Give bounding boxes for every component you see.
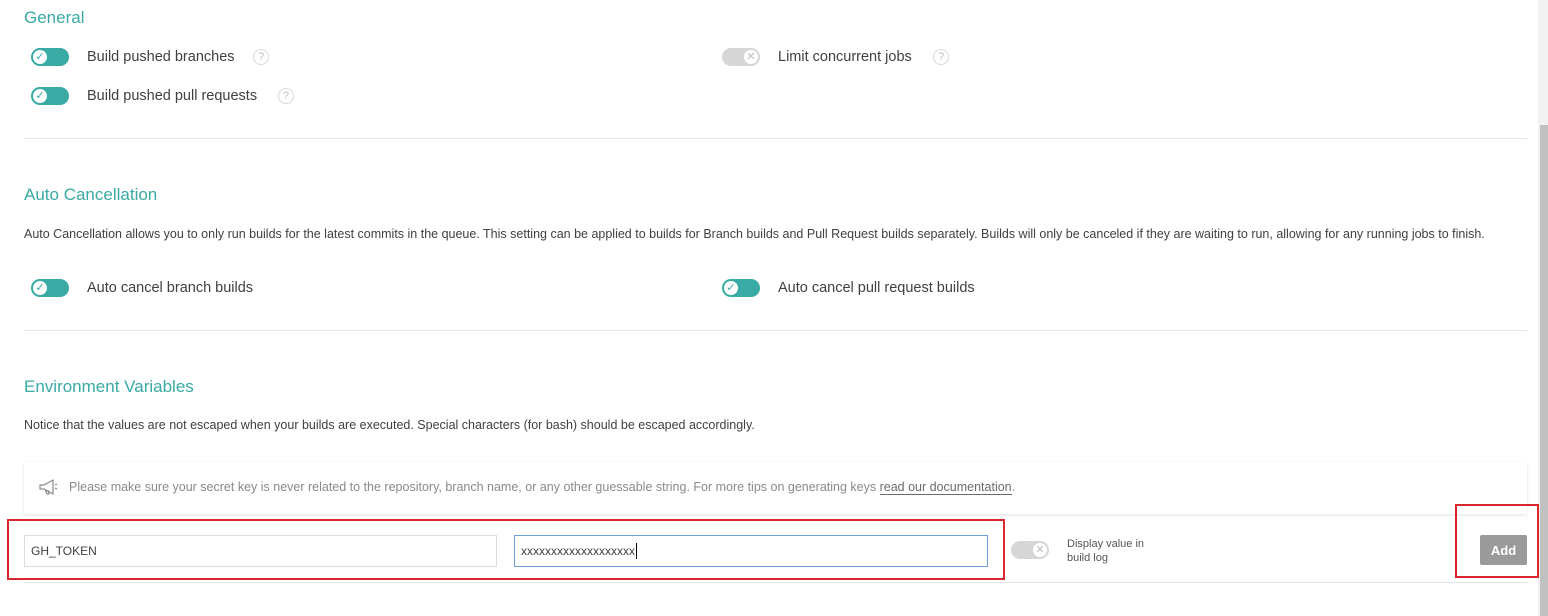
build-pushed-branches-toggle[interactable]: ✓ [31,48,69,66]
help-icon[interactable]: ? [933,49,949,65]
display-value-label-line2: build log [1067,552,1108,564]
limit-concurrent-jobs-toggle[interactable]: ✕ [722,48,760,66]
environment-variables-section-title: Environment Variables [24,377,194,396]
check-icon: ✓ [723,280,739,296]
check-icon: ✓ [32,280,48,296]
build-pushed-pull-requests-toggle[interactable]: ✓ [31,87,69,105]
section-divider [24,330,1527,331]
auto-cancellation-description: Auto Cancellation allows you to only run… [24,227,1485,241]
general-section-title: General [24,8,85,27]
scrollbar-thumb[interactable] [1540,125,1548,616]
auto-cancel-pull-request-builds-toggle[interactable]: ✓ [722,279,760,297]
section-divider [24,582,1527,583]
auto-cancellation-section-title: Auto Cancellation [24,185,158,204]
display-value-in-build-log-toggle[interactable]: ✕ [1011,541,1049,559]
help-icon[interactable]: ? [278,88,294,104]
build-pushed-branches-label: Build pushed branches [87,49,235,65]
help-icon[interactable]: ? [253,49,269,65]
read-documentation-link[interactable]: read our documentation [879,480,1012,495]
highlight-box-inputs [7,519,1005,580]
auto-cancel-branch-builds-label: Auto cancel branch builds [87,280,254,296]
auto-cancel-pull-request-builds-label: Auto cancel pull request builds [778,280,975,296]
section-divider [24,138,1527,139]
display-value-label: Display value in build log [1067,537,1144,565]
check-icon: ✓ [32,49,48,65]
auto-cancel-branch-builds-toggle[interactable]: ✓ [31,279,69,297]
build-pushed-pull-requests-label: Build pushed pull requests [87,88,258,104]
limit-concurrent-jobs-label: Limit concurrent jobs [778,49,912,65]
check-icon: ✓ [32,88,48,104]
display-value-label-line1: Display value in [1067,538,1145,550]
environment-variables-description: Notice that the values are not escaped w… [24,418,755,432]
security-notice: Please make sure your secret key is neve… [24,462,1527,514]
close-icon: ✕ [1032,542,1048,558]
notice-suffix: . [1011,480,1016,494]
megaphone-icon [39,479,58,495]
close-icon: ✕ [743,49,759,65]
highlight-box-add [1455,504,1539,578]
notice-text: Please make sure your secret key is neve… [69,480,880,494]
